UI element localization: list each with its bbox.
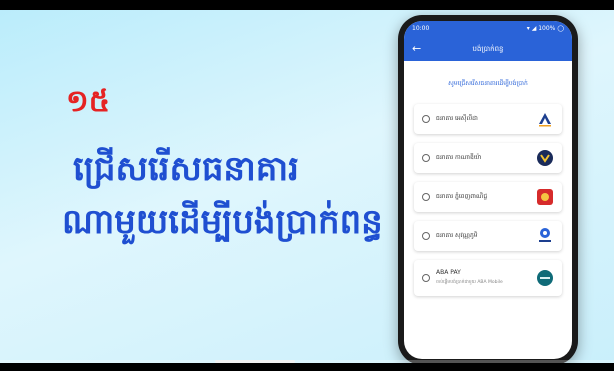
bank-name: ធនាគារ ភ្នំពេញពាណិជ្ជ (436, 193, 488, 200)
status-bar: 10:00 ▾ ◢ 100% ◯ (404, 21, 572, 37)
bank-option-4[interactable]: ធនាគារ សុវណ្ណភូមិ (414, 221, 562, 251)
phone-mockup: 10:00 ▾ ◢ 100% ◯ ← បង់ប្រាក់ពន្ធ សូមជ្រើ… (398, 15, 578, 365)
radio-button[interactable] (422, 274, 430, 282)
radio-button[interactable] (422, 154, 430, 162)
phone-screen: 10:00 ▾ ◢ 100% ◯ ← បង់ប្រាក់ពន្ធ សូមជ្រើ… (404, 21, 572, 359)
heading-number: ១៥ (66, 84, 110, 119)
bank-name: ធនាគារ អេស៊ីលីដា (436, 115, 478, 122)
radio-button[interactable] (422, 115, 430, 123)
select-bank-subtitle: សូមជ្រើសរើសធនាគារដើម្បីបង់ប្រាក់ (448, 80, 528, 87)
bank-option-3[interactable]: ធនាគារ ភ្នំពេញពាណិជ្ជ (414, 182, 562, 212)
heading-line-2: ណាមួយដើម្បីបង់ប្រាក់ពន្ធ (62, 202, 382, 242)
radio-button[interactable] (422, 232, 430, 240)
bank-option-5[interactable]: ABA PAY ចាប់ផ្តើមបង់ប្រាក់ជាមួយ ABA Mobi… (414, 260, 562, 296)
ppcb-logo-icon (537, 189, 553, 205)
video-bottom-bar (0, 363, 614, 371)
bank-option-2[interactable]: ធនាគារ កាណាឌីយ៉ា (414, 143, 562, 173)
bank-name: ធនាគារ កាណាឌីយ៉ា (436, 154, 482, 161)
bank-option-1[interactable]: ធនាគារ អេស៊ីលីដា (414, 104, 562, 134)
acleda-logo-icon (539, 113, 551, 127)
status-icons: ▾ ◢ 100% ◯ (526, 25, 564, 32)
wing-logo-icon (539, 228, 551, 242)
app-bar: ← បង់ប្រាក់ពន្ធ (404, 37, 572, 61)
radio-button[interactable] (422, 193, 430, 201)
bank-subtitle: ចាប់ផ្តើមបង់ប្រាក់ជាមួយ ABA Mobile (436, 280, 503, 285)
bank-name: ABA PAY (436, 269, 461, 276)
heading-line-1: ជ្រើសរើសធនាគារ (73, 149, 299, 189)
bank-name: ធនាគារ សុវណ្ណភូមិ (436, 232, 478, 239)
app-title: បង់ប្រាក់ពន្ធ (472, 45, 504, 53)
video-top-bar (0, 0, 614, 10)
status-time: 10:00 (412, 25, 430, 32)
canadia-logo-icon (537, 150, 553, 166)
aba-logo-icon (537, 270, 553, 286)
